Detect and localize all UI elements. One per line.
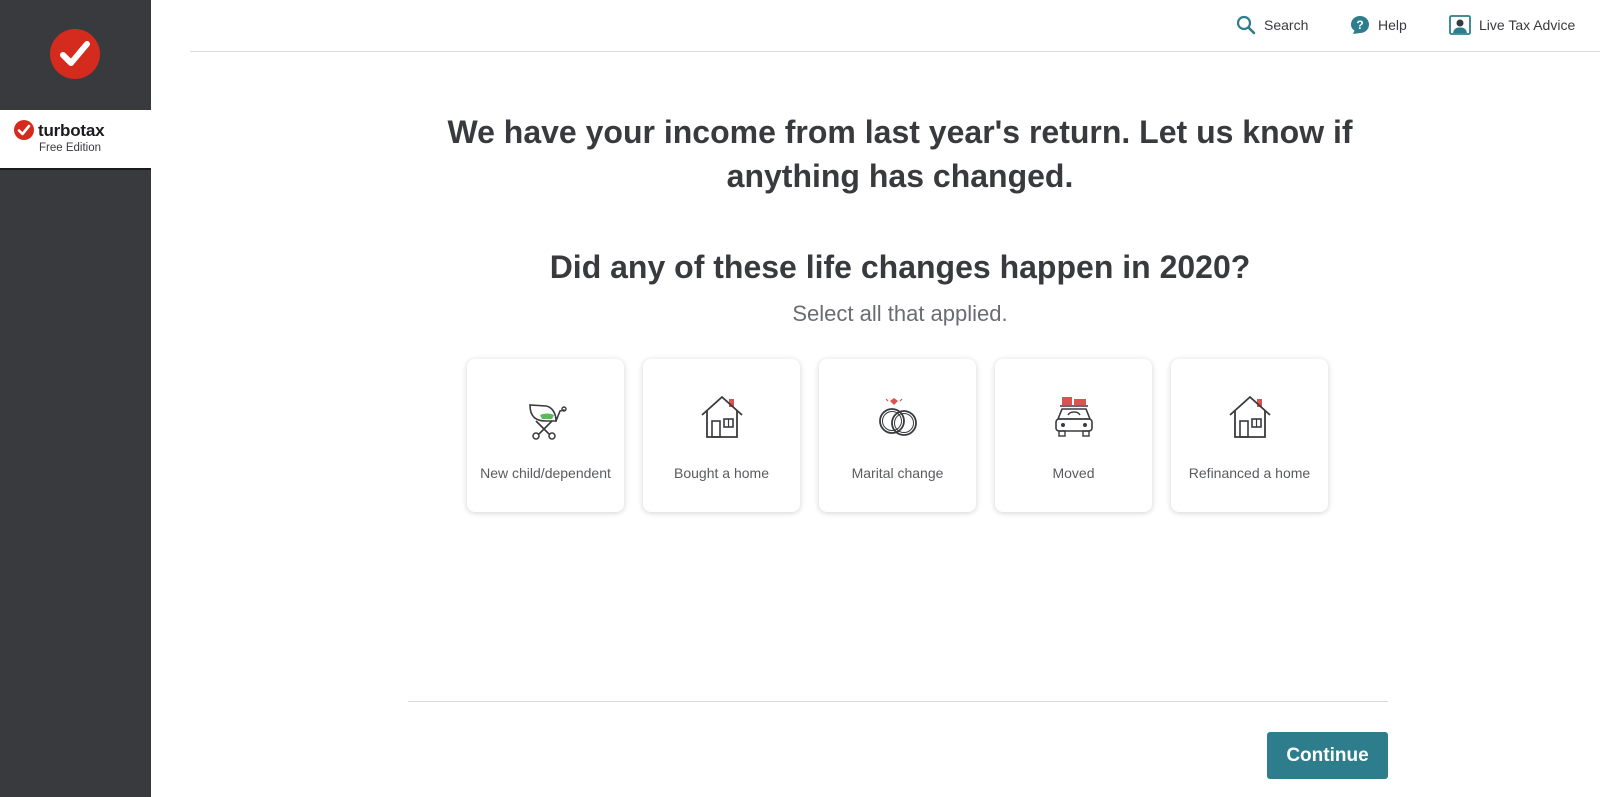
option-label: Bought a home xyxy=(674,465,769,481)
help-icon: ? xyxy=(1351,16,1369,34)
life-changes-question: Did any of these life changes happen in … xyxy=(549,249,1251,285)
brand-name: turbotax xyxy=(38,121,105,140)
moving-car-icon xyxy=(1054,397,1093,437)
option-marital-change[interactable]: Marital change xyxy=(819,359,976,512)
expert-avatar-icon xyxy=(1449,15,1471,35)
brand-edition: Free Edition xyxy=(39,142,102,154)
house-icon xyxy=(1228,396,1271,438)
page-headline: We have your income from last year's ret… xyxy=(447,114,1353,194)
option-label: Moved xyxy=(1052,465,1095,481)
continue-button[interactable]: Continue xyxy=(1267,732,1388,779)
brand-box: turbotax Free Edition xyxy=(0,110,151,170)
topbar: Search ? Help Live Tax Advice xyxy=(190,0,1600,52)
live-tax-advice-label: Live Tax Advice xyxy=(1479,17,1576,33)
rings-icon xyxy=(878,398,917,436)
option-bought-a-home[interactable]: Bought a home xyxy=(643,359,800,512)
svg-text:?: ? xyxy=(1356,18,1363,32)
option-label: Refinanced a home xyxy=(1188,465,1311,481)
option-moved[interactable]: Moved xyxy=(995,359,1152,512)
help-label: Help xyxy=(1378,17,1407,33)
search-label: Search xyxy=(1264,17,1309,33)
life-change-options: New child/dependent Bought a home Marita… xyxy=(467,359,1328,512)
stroller-icon xyxy=(528,404,567,440)
house-icon xyxy=(700,396,743,438)
live-tax-advice-link[interactable]: Live Tax Advice xyxy=(1449,14,1575,36)
turbotax-check-logo-icon xyxy=(50,29,100,79)
brand-check-icon xyxy=(14,120,34,140)
option-new-child-dependent[interactable]: New child/dependent xyxy=(467,359,624,512)
help-link[interactable]: ? Help xyxy=(1350,14,1407,36)
option-refinanced-a-home[interactable]: Refinanced a home xyxy=(1171,359,1328,512)
search-link[interactable]: Search xyxy=(1236,14,1308,36)
option-label: Marital change xyxy=(851,465,944,481)
sidebar: turbotax Free Edition xyxy=(0,0,151,797)
footer-divider xyxy=(408,701,1388,702)
search-icon xyxy=(1236,15,1256,35)
option-label: New child/dependent xyxy=(480,465,611,481)
select-instruction: Select all that applied. xyxy=(792,301,1008,326)
